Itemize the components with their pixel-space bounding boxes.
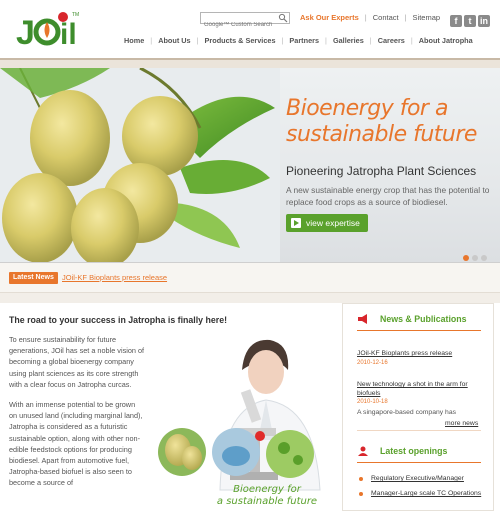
svg-text:TM: TM <box>72 12 79 18</box>
hero-title-line2: sustainable future <box>286 122 477 147</box>
section-divider <box>357 462 481 463</box>
news-item-2-desc: A singapore-based company has <box>357 409 456 416</box>
facebook-icon[interactable]: f <box>450 15 462 27</box>
caption-line-2: a sustainable future <box>216 496 318 507</box>
news-item-1[interactable]: JOil-KF Bioplants press release <box>357 349 483 358</box>
slide-dot-2[interactable] <box>472 255 478 261</box>
content-band <box>0 293 500 303</box>
slide-indicators <box>460 248 487 262</box>
slide-dot-1[interactable] <box>463 255 469 261</box>
hero-title: Bioenergy for a sustainable future <box>286 96 496 148</box>
hero-banner: Bioenergy for a sustainable future Pione… <box>0 68 500 263</box>
view-expertise-button[interactable]: view expertise <box>286 214 368 232</box>
bullet <box>359 477 363 481</box>
search-icon[interactable] <box>278 13 288 23</box>
section-divider <box>357 430 481 431</box>
divider: | <box>150 36 153 45</box>
nav-item-partners[interactable]: Partners <box>289 36 319 45</box>
opening-item-1[interactable]: Regulatory Executive/Manager <box>371 474 483 483</box>
svg-text:J: J <box>16 14 35 50</box>
divider: | <box>404 13 407 22</box>
view-expertise-label: view expertise <box>306 218 360 228</box>
hero-description: A new sustainable energy crop that has t… <box>286 185 490 207</box>
nav-item-products-services[interactable]: Products & Services <box>205 36 276 45</box>
social-icons: f t in <box>448 11 490 29</box>
contact-link[interactable]: Contact <box>373 13 399 22</box>
latest-news-badge: Latest News <box>9 272 58 284</box>
nav-item-home[interactable]: Home <box>124 36 144 45</box>
news-item-2-date: 2010-10-18 <box>357 399 388 405</box>
sidebar: News & Publications JOil-KF Bioplants pr… <box>342 303 494 511</box>
latest-news-link[interactable]: JOil-KF Bioplants press release <box>62 273 167 282</box>
linkedin-icon[interactable]: in <box>478 15 490 27</box>
slide-dot-3[interactable] <box>481 255 487 261</box>
latest-news-bar: Latest News JOil-KF Bioplants press rele… <box>0 263 500 293</box>
image-caption: Bioenergy for a sustainable future <box>212 484 322 508</box>
news-item-1-link[interactable]: JOil-KF Bioplants press release <box>357 350 452 357</box>
main-paragraph-1: To ensure sustainability for future gene… <box>9 335 145 389</box>
main-nav: Home | About Us | Products & Services | Partne… <box>124 36 473 45</box>
search-input[interactable] <box>201 20 279 30</box>
news-item-2-link[interactable]: New technology a shot in the arm for bio… <box>357 381 468 397</box>
news-item-2[interactable]: New technology a shot in the arm for bio… <box>357 380 483 398</box>
more-news-link[interactable]: more news <box>445 420 478 427</box>
bullet <box>359 492 363 496</box>
sitemap-link[interactable]: Sitemap <box>413 13 441 22</box>
play-icon <box>291 218 301 228</box>
nav-item-galleries[interactable]: Galleries <box>333 36 364 45</box>
news-item-1-date: 2010-12-16 <box>357 360 388 366</box>
site-header: J il TM Ask Our Experts|Contact|Sitemap … <box>0 0 500 60</box>
divider: | <box>281 36 284 45</box>
caption-line-1: Bioenergy for <box>233 484 301 495</box>
person-icon <box>358 446 368 456</box>
divider: | <box>325 36 327 45</box>
svg-text:il: il <box>60 18 77 50</box>
nav-item-about-jatropha[interactable]: About Jatropha <box>419 36 473 45</box>
jatropha-fruit-image <box>0 68 280 262</box>
utility-links: Ask Our Experts | Contact | Sitemap <box>300 13 440 22</box>
header-band <box>0 60 500 68</box>
megaphone-icon <box>358 314 367 324</box>
hero-subtitle: Pioneering Jatropha Plant Sciences <box>286 164 477 178</box>
ask-experts-link[interactable]: Ask Our Experts <box>300 13 359 22</box>
divider: | <box>364 13 367 22</box>
main-paragraph-2: With an immense potential to be grown on… <box>9 400 143 488</box>
divider: | <box>410 36 413 45</box>
opening-item-2[interactable]: Manager-Large scale TC Operations <box>371 489 483 498</box>
openings-heading-label: Latest openings <box>380 446 448 456</box>
search-box[interactable] <box>200 12 290 30</box>
nav-item-careers[interactable]: Careers <box>378 36 405 45</box>
divider: | <box>196 36 199 45</box>
main-body: To ensure sustainability for future gene… <box>9 334 145 498</box>
news-heading-label: News & Publications <box>380 314 467 324</box>
section-divider <box>357 330 481 331</box>
joil-logo[interactable]: J il TM <box>14 8 84 52</box>
main-heading: The road to your success in Jatropha is … <box>9 315 228 325</box>
hero-title-line1: Bioenergy for a <box>286 96 448 121</box>
twitter-icon[interactable]: t <box>464 15 476 27</box>
nav-item-about-us[interactable]: About Us <box>158 36 190 45</box>
divider: | <box>369 36 372 45</box>
